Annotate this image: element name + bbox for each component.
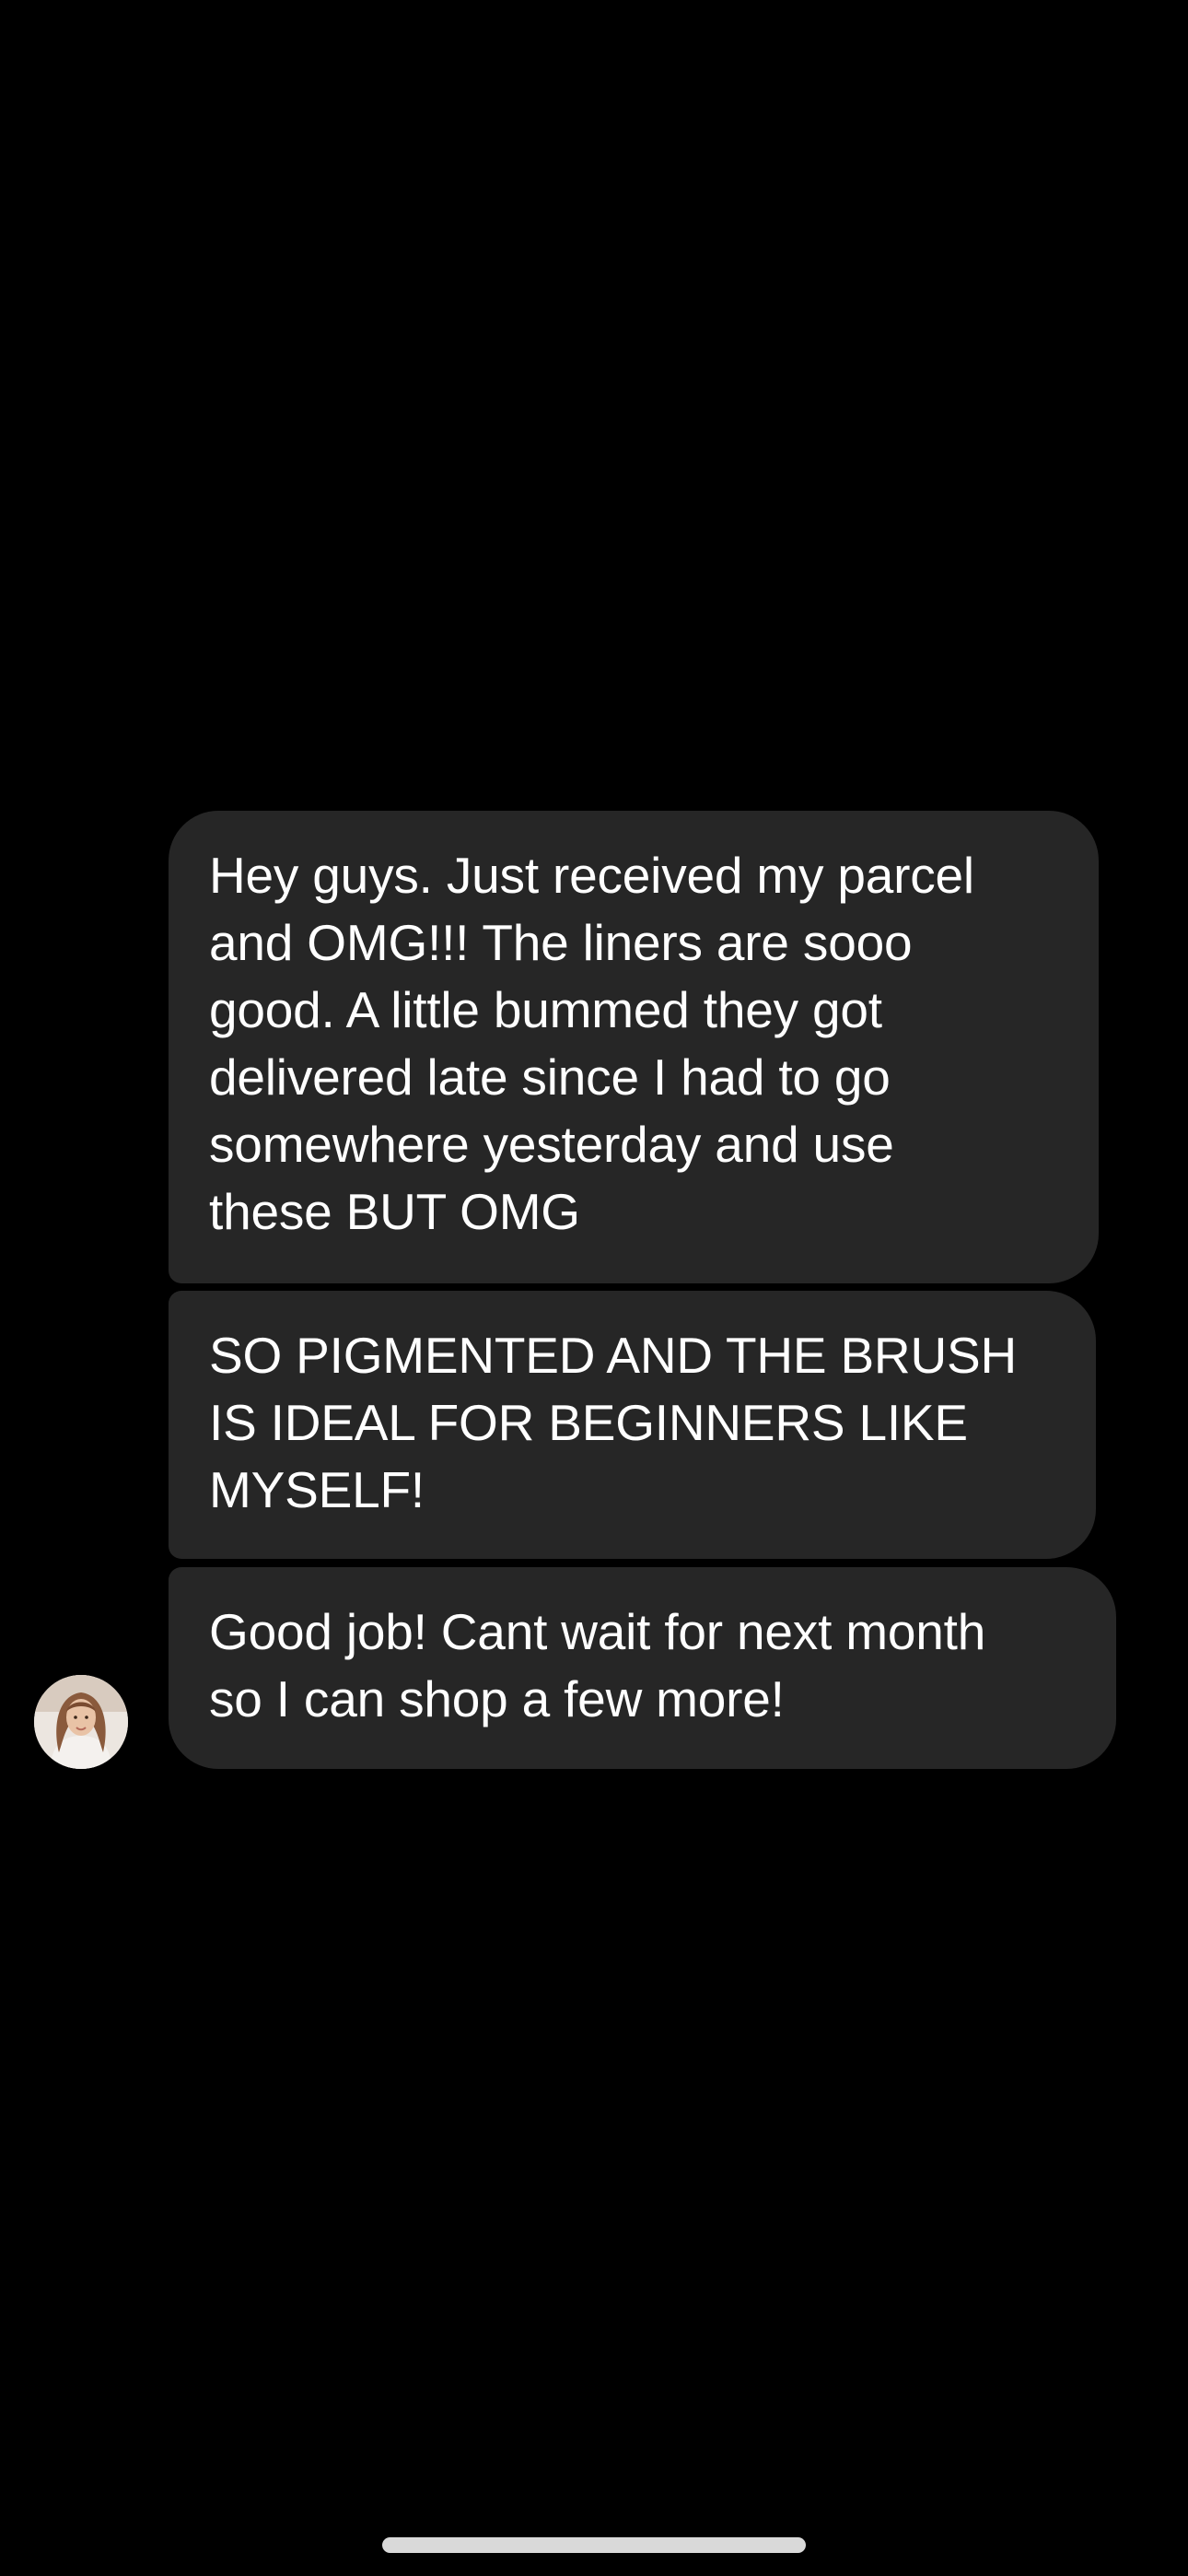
message-bubble[interactable]: Good job! Cant wait for next month so I …	[169, 1567, 1116, 1769]
message-bubble[interactable]: SO PIGMENTED AND THE BRUSH IS IDEAL FOR …	[169, 1291, 1096, 1559]
message-bubble[interactable]: Hey guys. Just received my parcel and OM…	[169, 811, 1099, 1283]
chat-thread: Hey guys. Just received my parcel and OM…	[0, 0, 1188, 2576]
profile-photo-icon	[34, 1675, 128, 1769]
sender-avatar[interactable]	[34, 1675, 128, 1769]
home-indicator[interactable]	[382, 2537, 806, 2553]
